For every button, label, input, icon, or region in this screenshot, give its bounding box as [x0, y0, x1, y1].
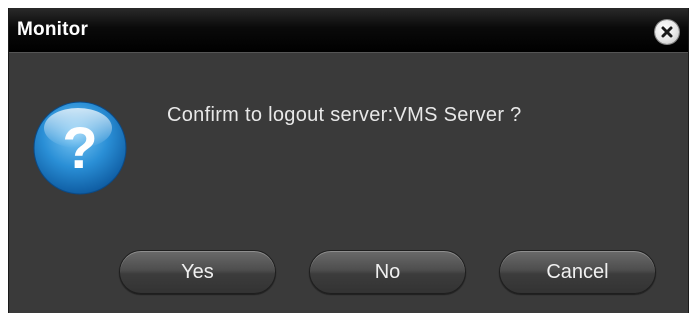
svg-text:?: ? — [62, 116, 97, 181]
yes-button[interactable]: Yes — [119, 250, 276, 294]
no-button[interactable]: No — [309, 250, 466, 294]
close-button[interactable] — [655, 20, 679, 44]
question-icon: ? — [32, 100, 128, 196]
close-icon — [660, 25, 674, 39]
confirm-message: Confirm to logout server:VMS Server ? — [167, 104, 522, 126]
title-bar[interactable]: Monitor — [9, 8, 688, 53]
cancel-button[interactable]: Cancel — [499, 250, 656, 294]
monitor-dialog: Monitor ? Confirm to logout server:VMS S… — [8, 8, 689, 313]
dialog-title: Monitor — [17, 19, 89, 40]
